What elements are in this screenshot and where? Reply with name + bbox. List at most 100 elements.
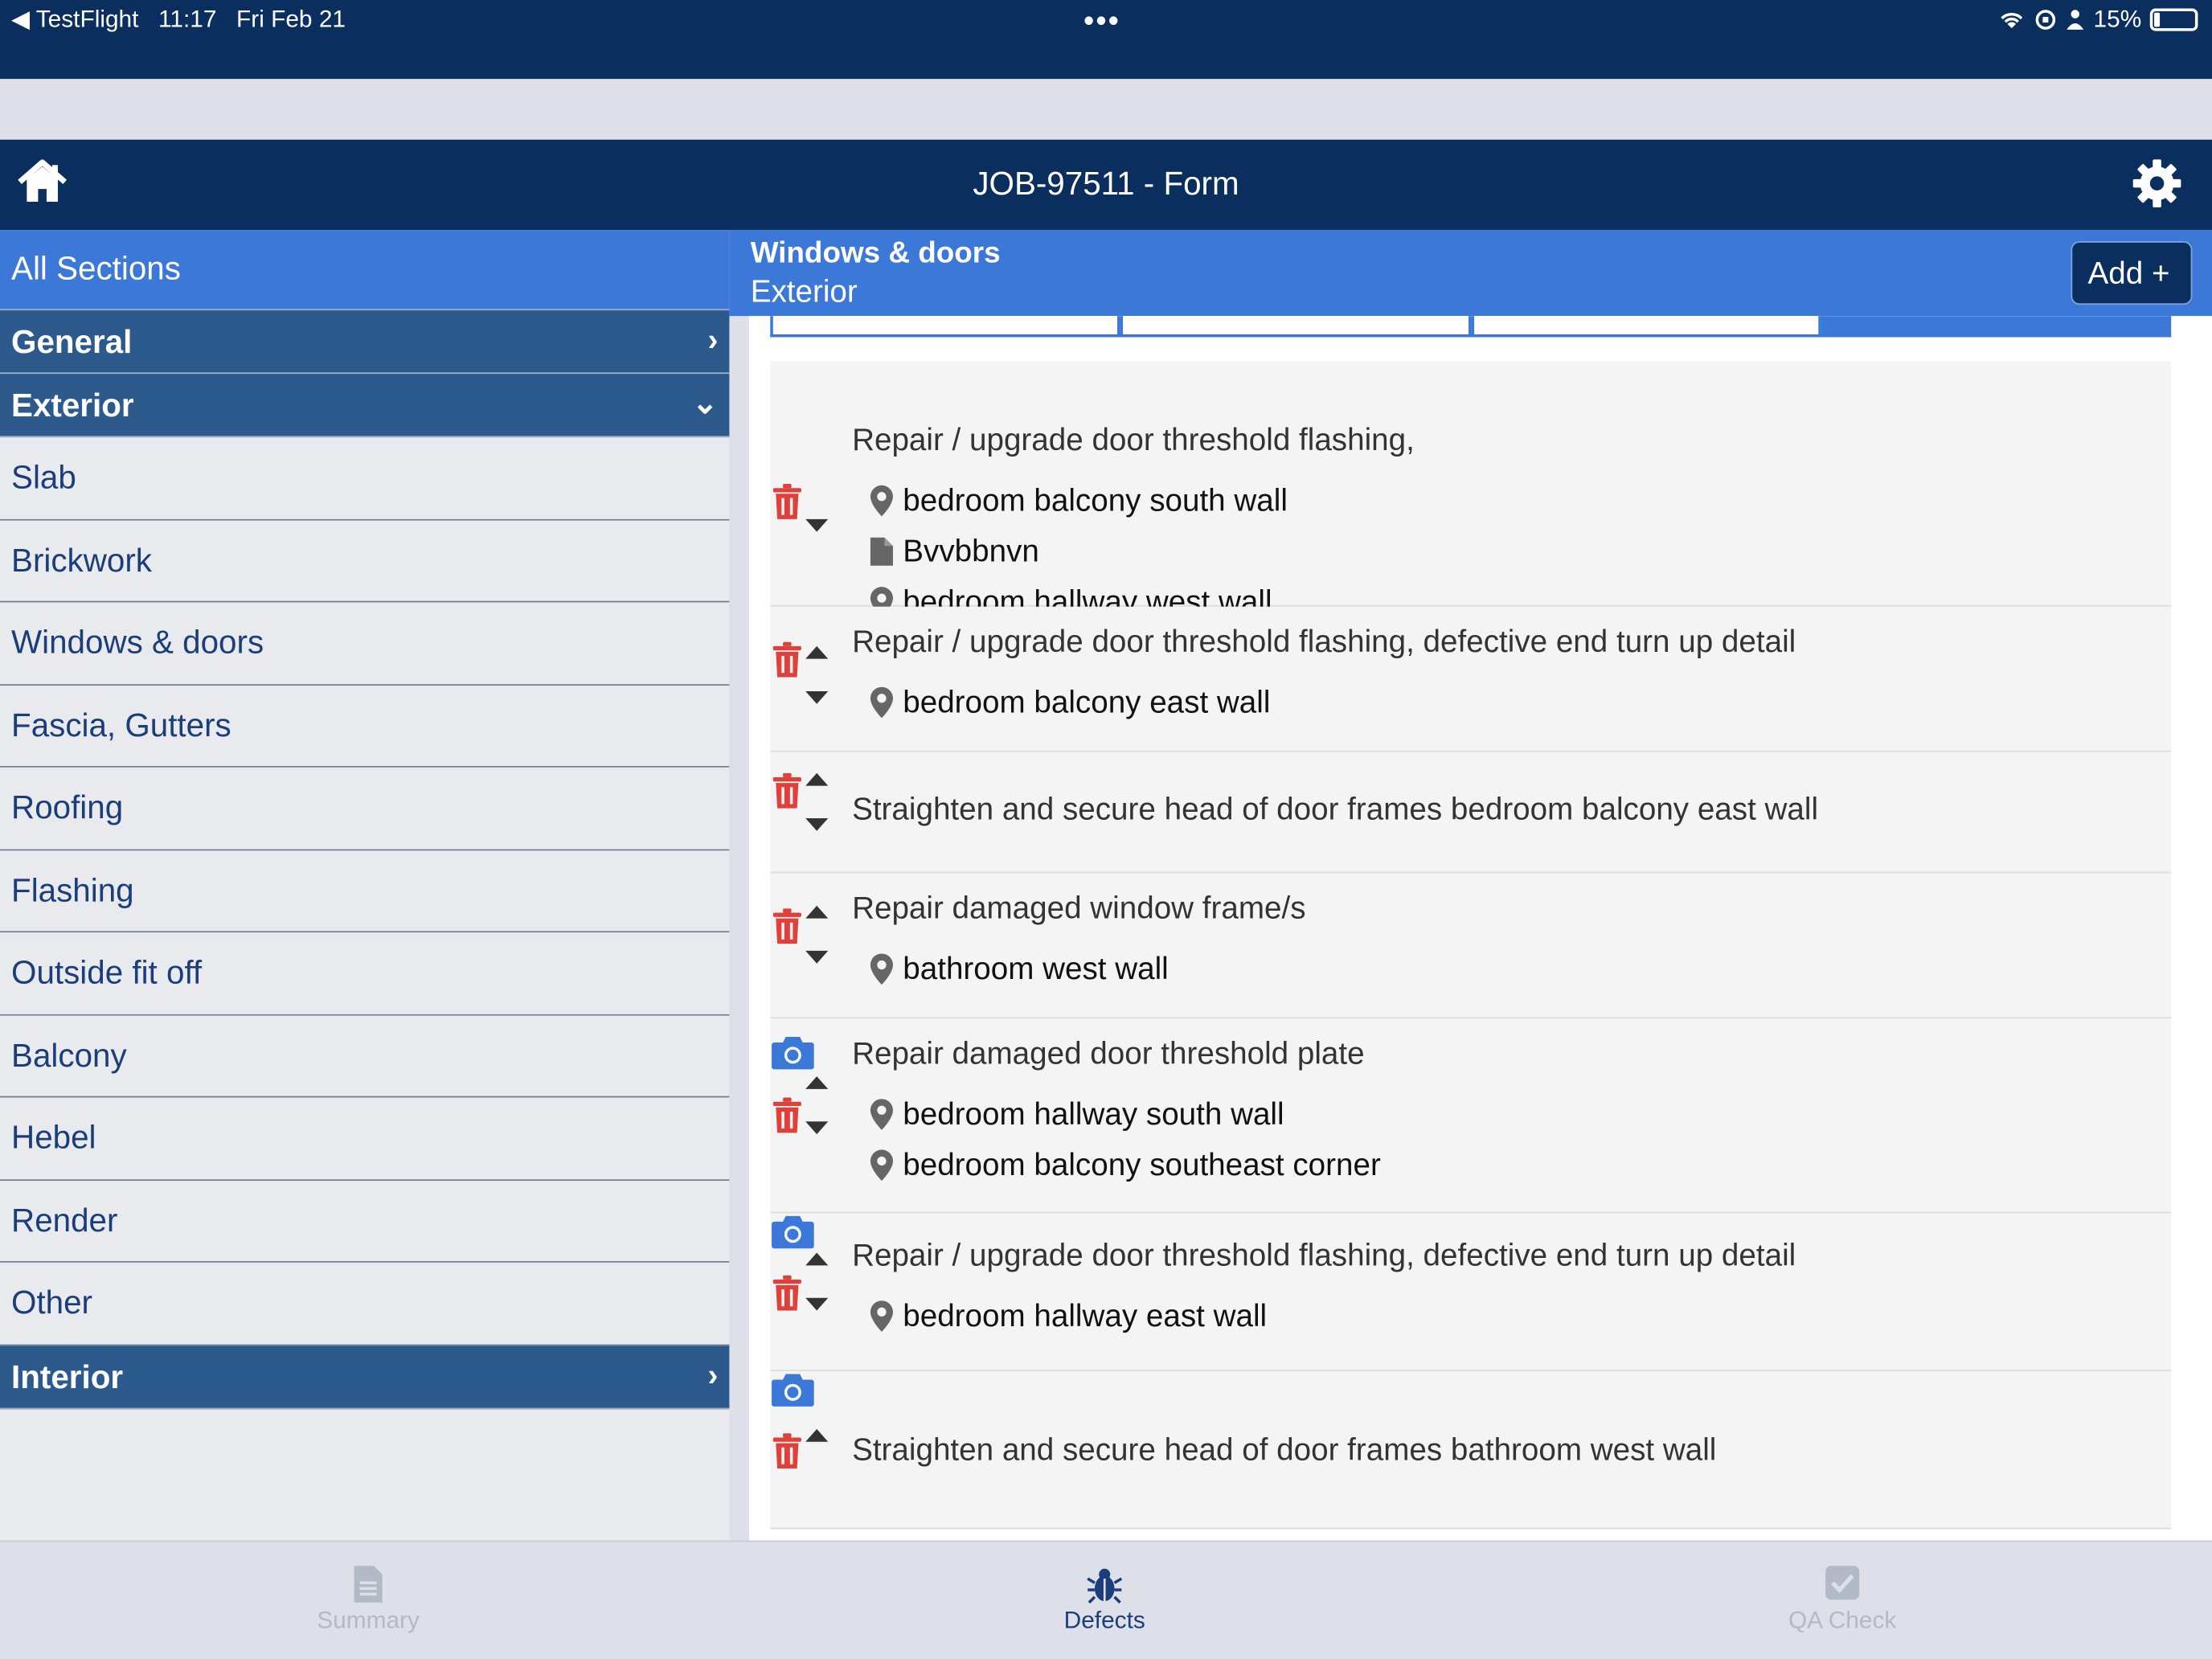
filter-tab[interactable] [1470,316,1821,338]
sidebar-item-balcony[interactable]: Balcony [0,1014,730,1098]
move-down-arrow-icon[interactable] [804,688,830,711]
group-general[interactable]: General › [0,310,730,375]
tab-qa-check[interactable]: QA Check [1702,1564,1984,1635]
group-label: Interior [11,1358,124,1395]
add-defect-button[interactable]: Add + [2071,241,2193,305]
delete-button[interactable] [770,772,2149,817]
document-icon [354,1566,383,1603]
battery-icon [2149,8,2198,31]
defect-location: Bvvbbnvn [869,533,1039,570]
sidebar-item-other[interactable]: Other [0,1262,730,1346]
status-bar: ◀ TestFlight 11:17 Fri Feb 21 ••• 15% [0,0,2212,80]
defect-location: bedroom balcony southeast corner [869,1147,1381,1184]
sidebar-item-brickwork[interactable]: Brickwork [0,519,730,603]
map-pin-icon [870,686,893,719]
sidebar-item-slab[interactable]: Slab [0,437,730,520]
sidebar-item-flashing[interactable]: Flashing [0,850,730,933]
defect-row[interactable]: Repair / upgrade door threshold flashing… [770,1213,2172,1371]
person-icon [2067,10,2084,30]
tab-summary[interactable]: Summary [227,1564,510,1635]
trash-icon [772,1097,801,1133]
defect-row[interactable]: Straighten and secure head of door frame… [770,752,2172,874]
filter-tab-active[interactable] [1821,316,2172,338]
group-label: General [11,322,133,360]
defect-description: Repair / upgrade door threshold flashing… [852,421,1415,457]
delete-button[interactable] [770,483,2149,527]
status-date: Fri Feb 21 [236,6,346,33]
tab-label: QA Check [1788,1607,1897,1634]
trash-icon [772,483,801,519]
defect-row[interactable]: Repair damaged window frame/s bathroom we… [770,873,2172,1019]
map-pin-icon [870,1149,893,1182]
chevron-right-icon: › [707,1356,719,1392]
trash-icon [772,1275,801,1311]
sidebar-item-roofing[interactable]: Roofing [0,767,730,850]
delete-button[interactable] [770,1097,2149,1141]
filter-tab[interactable] [1120,316,1471,338]
delete-button[interactable] [770,1275,2149,1319]
document-icon [870,537,893,566]
defects-list: Repair / upgrade door threshold flashing… [748,316,2212,1541]
defect-row[interactable]: Straighten and secure head of door frame… [770,1370,2172,1530]
sidebar-item-outside-fit-off[interactable]: Outside fit off [0,932,730,1015]
orientation-lock-icon [2035,10,2056,30]
section-subtitle: Exterior [750,273,858,309]
map-pin-icon [870,953,893,985]
page-title: JOB-97511 - Form [973,165,1239,202]
trash-icon [772,1433,801,1469]
defect-location: bathroom west wall [869,951,1169,988]
group-label: Exterior [11,386,134,424]
defect-location: bedroom balcony east wall [869,684,1270,721]
section-header: Windows & doors Exterior Add + [729,230,2212,317]
multitasking-dots[interactable]: ••• [1083,3,1120,40]
chevron-down-icon: ⌄ [691,385,719,421]
sections-sidebar: All Sections General › Exterior ⌄ Slab B… [0,230,730,1541]
location-label: bathroom west wall [903,950,1169,986]
trash-icon [772,772,801,809]
wifi-icon [2001,13,2023,29]
filter-tab[interactable] [770,316,1120,338]
sidebar-item-render[interactable]: Render [0,1180,730,1263]
sidebar-item-windows-doors[interactable]: Windows & doors [0,602,730,686]
toolbar-spacer [0,79,2212,140]
defect-row[interactable]: Repair / upgrade door threshold flashing… [770,606,2172,752]
location-label: bedroom balcony southeast corner [903,1146,1381,1182]
battery-percent: 15% [2093,6,2142,33]
location-label: bedroom balcony east wall [903,684,1271,720]
delete-button[interactable] [770,908,2149,952]
camera-icon [772,1215,814,1249]
group-interior[interactable]: Interior › [0,1345,730,1409]
filter-tabs [770,316,2172,338]
section-title: Windows & doors [750,236,1001,270]
chevron-right-icon: › [707,322,719,358]
move-down-arrow-icon[interactable] [804,815,830,838]
back-app-label: TestFlight [35,6,139,33]
tab-label: Defects [1063,1607,1145,1634]
tab-label: Summary [317,1607,420,1634]
add-photo-button[interactable] [770,1034,2154,1077]
delete-button[interactable] [770,1433,2149,1477]
bottom-tab-bar: Summary Defects QA Check [0,1540,2212,1659]
tab-defects[interactable]: Defects [964,1564,1246,1635]
sidebar-item-hebel[interactable]: Hebel [0,1097,730,1181]
status-time: 11:17 [158,6,217,33]
sidebar-item-fascia-gutters[interactable]: Fascia, Gutters [0,685,730,768]
checkbox-icon [1825,1566,1860,1600]
location-label: Bvvbbnvn [903,533,1039,569]
add-photo-button[interactable] [770,1213,2154,1256]
all-sections-header[interactable]: All Sections [0,230,730,311]
group-exterior[interactable]: Exterior ⌄ [0,374,730,438]
trash-icon [772,908,801,944]
delete-button[interactable] [770,641,2149,686]
camera-icon [772,1036,814,1070]
defect-row[interactable]: Repair damaged door threshold plate bedro… [770,1018,2172,1214]
gear-icon[interactable] [2130,157,2184,211]
app-root: ◀ TestFlight 11:17 Fri Feb 21 ••• 15% JO… [0,0,2212,1659]
app-header: JOB-97511 - Form [0,139,2212,231]
bug-icon [1087,1568,1123,1604]
add-photo-button[interactable] [770,1371,2154,1415]
defect-row[interactable]: Repair / upgrade door threshold flashing… [770,361,2172,619]
camera-icon [772,1374,814,1407]
back-to-app-link[interactable]: ◀ TestFlight [11,6,138,34]
trash-icon [772,641,801,678]
